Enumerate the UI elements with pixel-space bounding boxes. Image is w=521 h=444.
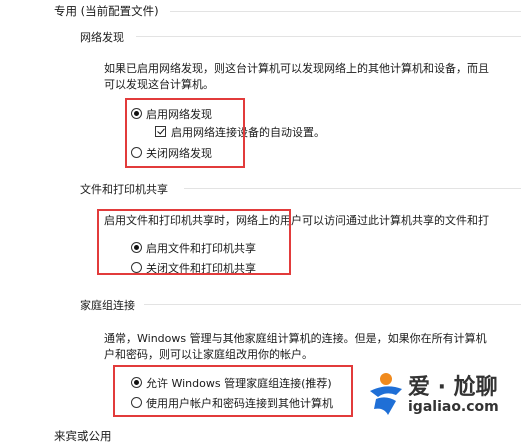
- watermark-text-top: 爱 · 尬聊: [408, 375, 498, 400]
- next-section-title: 来宾或公用: [54, 429, 112, 443]
- homegroup-divider: [144, 304, 521, 305]
- watermark-text-bottom: igaliao.com: [408, 399, 499, 415]
- file-sharing-heading: 文件和打印机共享: [80, 183, 168, 196]
- section-title: 专用 (当前配置文件): [54, 4, 159, 18]
- highlight-box-network: [125, 98, 245, 168]
- homegroup-heading: 家庭组连接: [80, 299, 135, 312]
- highlight-box-homegroup: [113, 365, 353, 417]
- homegroup-desc-2: 户和密码，则可以让家庭组改用你的帐户。: [104, 348, 313, 361]
- network-discovery-desc-2: 可以发现这台计算机。: [104, 78, 214, 91]
- network-discovery-desc-1: 如果已启用网络发现，则这台计算机可以发现网络上的其他计算机和设备，而且: [104, 62, 489, 75]
- homegroup-desc-1: 通常，Windows 管理与其他家庭组计算机的连接。但是，如果你在所有计算机: [104, 332, 487, 345]
- network-discovery-divider: [136, 36, 521, 37]
- igaliao-logo-icon: [370, 373, 402, 415]
- highlight-box-file-sharing: [97, 209, 291, 275]
- watermark: 爱 · 尬聊 igaliao.com: [366, 365, 516, 425]
- network-discovery-heading: 网络发现: [80, 31, 124, 44]
- file-sharing-divider: [184, 188, 521, 189]
- section-divider: [170, 11, 521, 12]
